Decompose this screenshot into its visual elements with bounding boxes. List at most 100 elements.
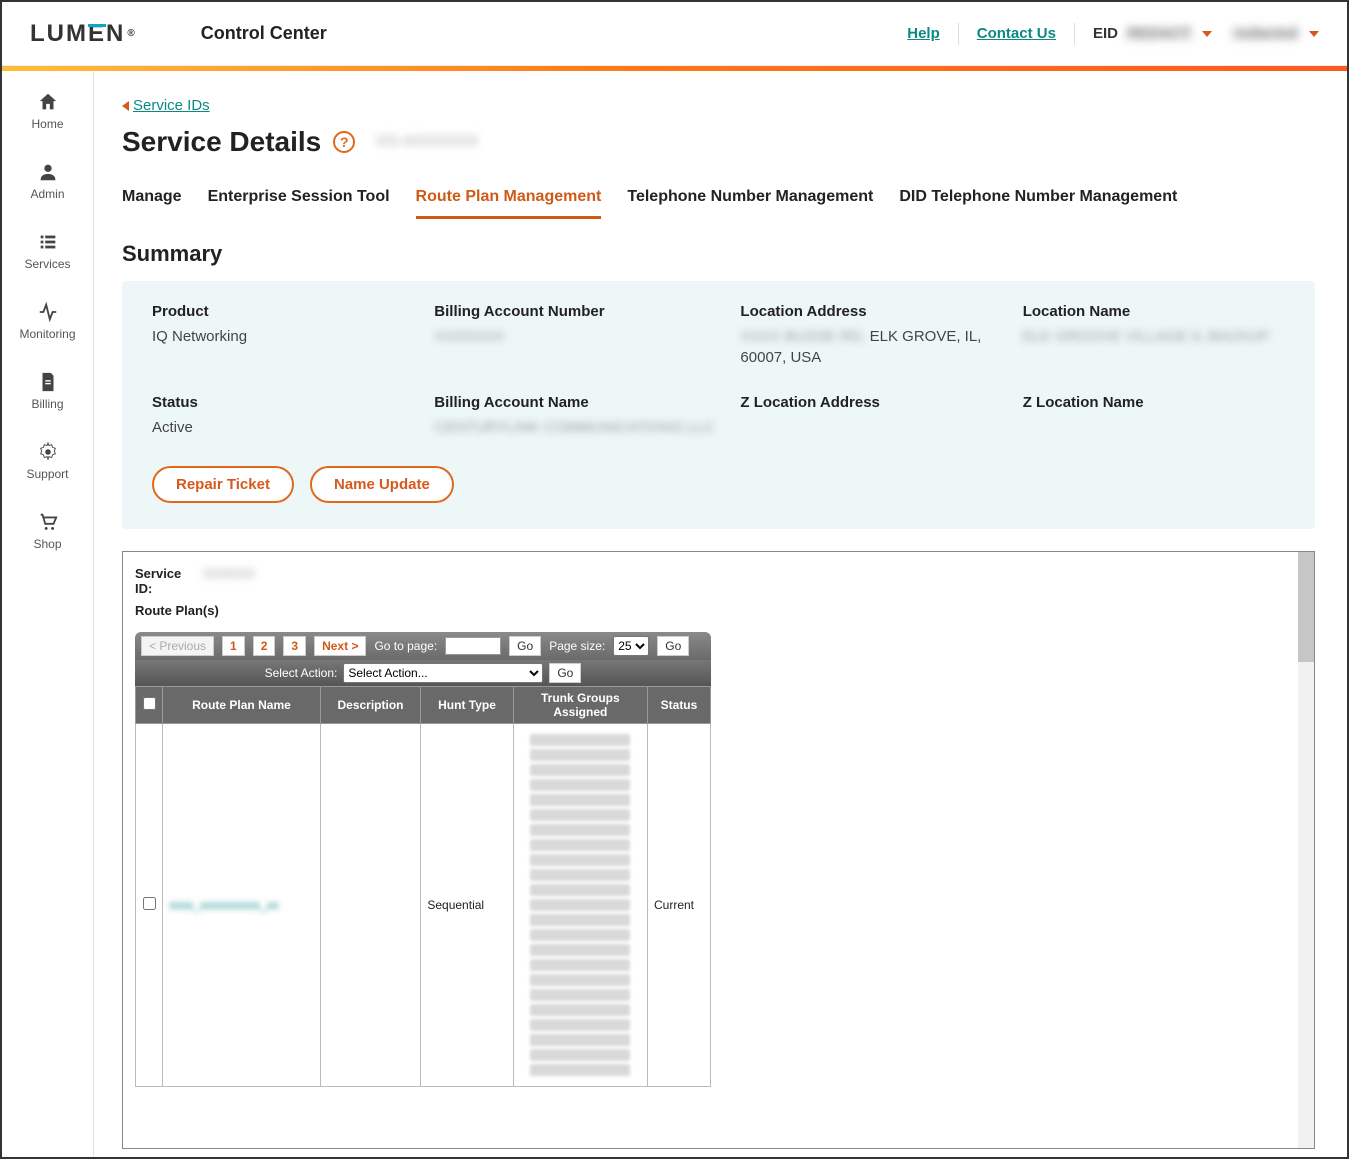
sidebar-item-label: Support xyxy=(26,467,68,481)
contact-us-link[interactable]: Contact Us xyxy=(977,25,1056,42)
col-status: Status xyxy=(647,686,710,723)
route-plans-label: Route Plan(s) xyxy=(135,603,1296,618)
service-id-value: XXXXXX xyxy=(203,566,255,581)
sidebar-item-services[interactable]: Services xyxy=(2,225,93,277)
summary-label: Product xyxy=(152,303,414,320)
user-value: redacted xyxy=(1230,25,1301,42)
goto-label: Go to page: xyxy=(374,639,437,653)
trunk-group-item xyxy=(530,809,630,821)
goto-go-button[interactable]: Go xyxy=(509,636,541,656)
summary-label: Billing Account Name xyxy=(434,394,720,411)
select-action-label: Select Action: xyxy=(265,666,338,680)
table-row: xxxx_xxxxxxxxxx_xx Sequential Current xyxy=(136,723,711,1086)
col-checkbox xyxy=(136,686,163,723)
tab-did-telephone-number-management[interactable]: DID Telephone Number Management xyxy=(899,188,1177,219)
page-head: Service Details ? VO-AXXXXXX xyxy=(122,126,1315,158)
trunk-group-item xyxy=(530,1004,630,1016)
page-size-go-button[interactable]: Go xyxy=(657,636,689,656)
summary-location-name: Location Name ELK GROOVE VILLAGE IL BACK… xyxy=(1023,303,1285,368)
route-plan-table: Route Plan Name Description Hunt Type Tr… xyxy=(135,686,711,1087)
goto-page-input[interactable] xyxy=(445,637,501,655)
chevron-down-icon xyxy=(1309,31,1319,37)
sidebar-item-label: Services xyxy=(24,257,70,271)
summary-label: Location Address xyxy=(740,303,1002,320)
eid-label: EID xyxy=(1093,25,1118,42)
tabs: Manage Enterprise Session Tool Route Pla… xyxy=(122,188,1315,219)
sidebar-item-admin[interactable]: Admin xyxy=(2,155,93,207)
trunk-group-item xyxy=(530,764,630,776)
cart-icon xyxy=(37,511,59,533)
col-hunt-type: Hunt Type xyxy=(421,686,513,723)
summary-z-location-address: Z Location Address xyxy=(740,394,1002,438)
sidebar-item-label: Admin xyxy=(30,187,64,201)
back-link-service-ids[interactable]: Service IDs xyxy=(122,97,210,114)
sidebar-item-home[interactable]: Home xyxy=(2,85,93,137)
summary-value: ELK GROOVE VILLAGE IL BACKUP xyxy=(1023,328,1270,345)
summary-label: Location Name xyxy=(1023,303,1285,320)
select-all-checkbox[interactable] xyxy=(143,697,156,710)
summary-status: Status Active xyxy=(152,394,414,438)
trunk-group-item xyxy=(530,944,630,956)
page-2-button[interactable]: 2 xyxy=(253,636,276,656)
summary-label: Status xyxy=(152,394,414,411)
summary-label: Z Location Address xyxy=(740,394,1002,411)
summary-value: Active xyxy=(152,417,414,438)
trunk-group-item xyxy=(530,959,630,971)
prev-button[interactable]: < Previous xyxy=(141,636,214,656)
sidebar-item-label: Shop xyxy=(33,537,61,551)
route-plan-widget: Service ID: XXXXXX Route Plan(s) < Previ… xyxy=(122,551,1315,1149)
sidebar-item-monitoring[interactable]: Monitoring xyxy=(2,295,93,347)
name-update-button[interactable]: Name Update xyxy=(310,466,454,503)
trunk-group-item xyxy=(530,1064,630,1076)
sidebar-item-support[interactable]: Support xyxy=(2,435,93,487)
tab-enterprise-session-tool[interactable]: Enterprise Session Tool xyxy=(208,188,390,219)
help-link[interactable]: Help xyxy=(907,25,940,42)
trunk-group-item xyxy=(530,869,630,881)
summary-value: XXXX BUSSE RD, ELK GROVE, IL, 60007, USA xyxy=(740,326,1002,368)
summary-z-location-name: Z Location Name xyxy=(1023,394,1285,438)
summary-value: IQ Networking xyxy=(152,326,414,347)
eid-dropdown[interactable]: EID REDACT xyxy=(1093,25,1213,42)
sidebar: Home Admin Services Monitoring Billing S… xyxy=(2,71,94,1157)
cell-status: Current xyxy=(647,723,710,1086)
summary-card: Product IQ Networking Billing Account Nu… xyxy=(122,281,1315,529)
file-icon xyxy=(37,371,59,393)
separator xyxy=(958,23,959,45)
summary-title: Summary xyxy=(122,241,1315,267)
tab-telephone-number-management[interactable]: Telephone Number Management xyxy=(627,188,873,219)
logo: LUMEN® xyxy=(30,20,137,48)
help-icon[interactable]: ? xyxy=(333,131,355,153)
pager-bar: < Previous 1 2 3 Next > Go to page: Go P… xyxy=(135,632,711,660)
service-sub-id: VO-AXXXXXX xyxy=(375,133,478,151)
page-1-button[interactable]: 1 xyxy=(222,636,245,656)
trunk-group-item xyxy=(530,1019,630,1031)
app-title: Control Center xyxy=(201,23,327,44)
gear-icon xyxy=(37,441,59,463)
user-dropdown[interactable]: redacted xyxy=(1230,25,1319,42)
page-3-button[interactable]: 3 xyxy=(283,636,306,656)
sidebar-item-label: Home xyxy=(31,117,63,131)
trunk-group-item xyxy=(530,899,630,911)
trunk-group-item xyxy=(530,794,630,806)
next-button[interactable]: Next > xyxy=(314,636,366,656)
sidebar-item-shop[interactable]: Shop xyxy=(2,505,93,557)
page-size-select[interactable]: 25 xyxy=(613,636,649,656)
service-id-label: Service ID: xyxy=(135,566,193,597)
repair-ticket-button[interactable]: Repair Ticket xyxy=(152,466,294,503)
scrollbar[interactable] xyxy=(1298,552,1314,1148)
page-size-label: Page size: xyxy=(549,639,605,653)
select-action-dropdown[interactable]: Select Action... xyxy=(343,663,543,683)
page-title: Service Details xyxy=(122,126,321,158)
sidebar-item-billing[interactable]: Billing xyxy=(2,365,93,417)
chevron-down-icon xyxy=(1202,31,1212,37)
route-plan-name-link[interactable]: xxxx_xxxxxxxxxx_xx xyxy=(169,898,278,912)
tab-route-plan-management[interactable]: Route Plan Management xyxy=(416,188,602,219)
top-header: LUMEN® Control Center Help Contact Us EI… xyxy=(2,2,1347,66)
tab-manage[interactable]: Manage xyxy=(122,188,182,219)
sidebar-item-label: Monitoring xyxy=(19,327,75,341)
row-checkbox[interactable] xyxy=(143,897,156,910)
activity-icon xyxy=(37,301,59,323)
action-go-button[interactable]: Go xyxy=(549,663,581,683)
summary-ba-name: Billing Account Name CENTURYLINK COMMUNI… xyxy=(434,394,720,438)
back-link-label: Service IDs xyxy=(133,97,210,114)
